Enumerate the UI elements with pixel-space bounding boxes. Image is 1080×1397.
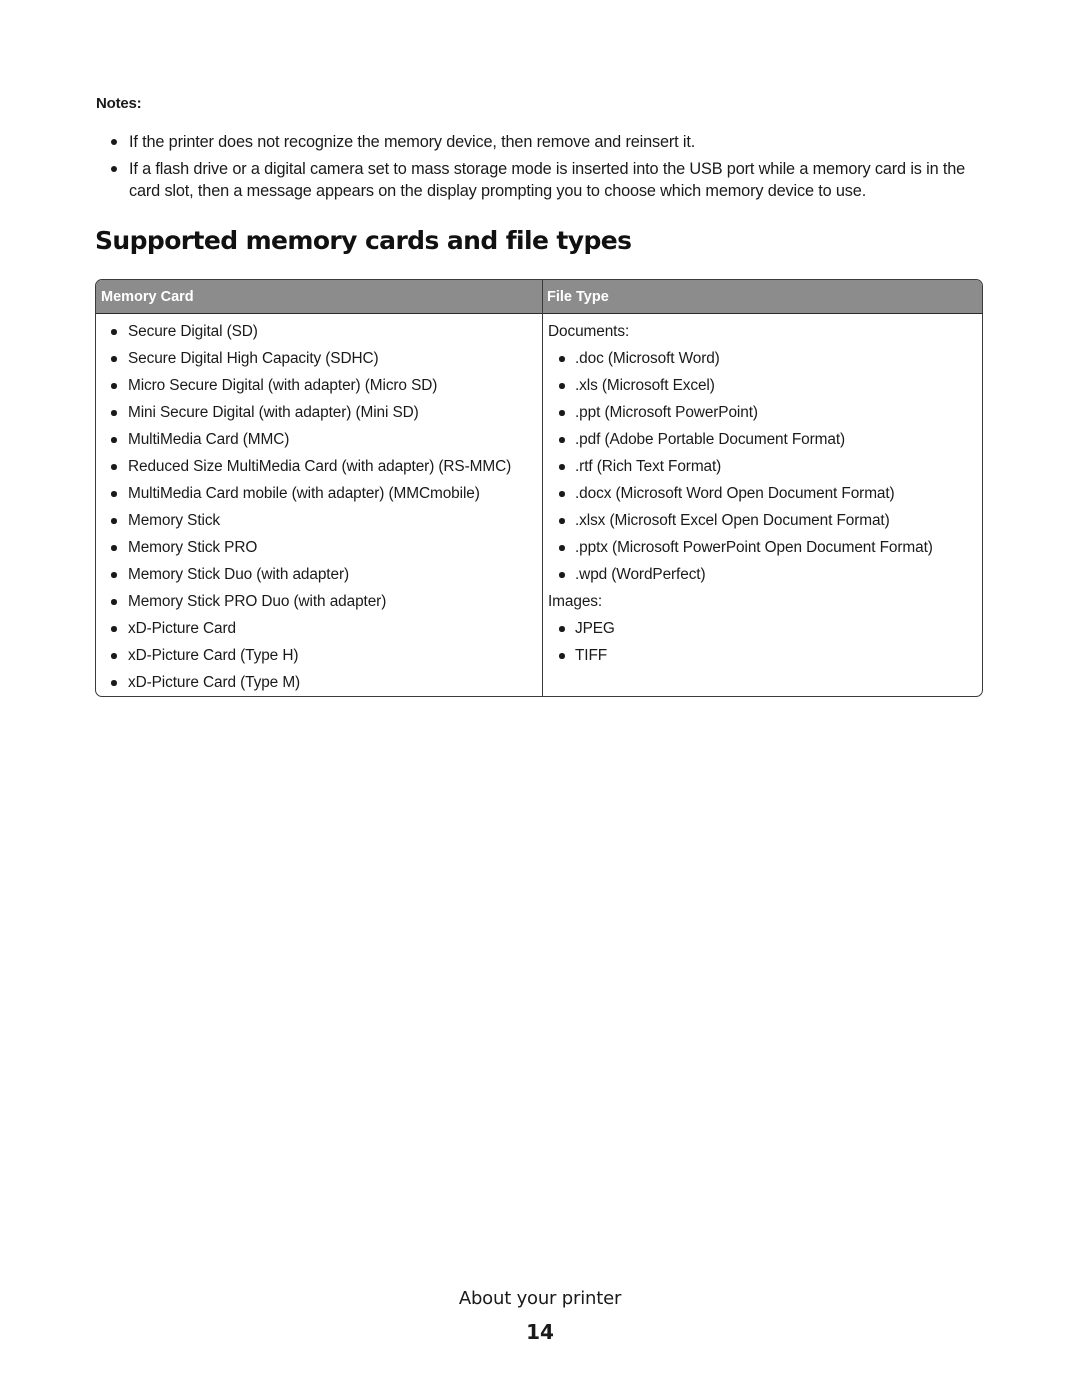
- file-type-list: Documents: .doc (Microsoft Word) .xls (Mic…: [546, 321, 933, 672]
- document-type-item: .xlsx (Microsoft Excel Open Document For…: [546, 510, 933, 537]
- bullet-icon: [111, 329, 117, 335]
- bullet-icon: [559, 626, 565, 632]
- memory-card-item-text: Secure Digital High Capacity (SDHC): [128, 350, 379, 367]
- memory-card-item: Memory Stick: [102, 510, 511, 537]
- bullet-icon: [111, 410, 117, 416]
- image-type-item-text: TIFF: [575, 647, 608, 664]
- bullet-icon: [111, 356, 117, 362]
- section-title: Supported memory cards and file types: [95, 226, 632, 255]
- document-type-item: .rtf (Rich Text Format): [546, 456, 933, 483]
- memory-card-item-text: Reduced Size MultiMedia Card (with adapt…: [128, 458, 512, 475]
- bullet-icon: [111, 518, 117, 524]
- document-type-item: .doc (Microsoft Word): [546, 348, 933, 375]
- memory-card-item-text: Memory Stick PRO: [128, 539, 258, 556]
- memory-card-item: Reduced Size MultiMedia Card (with adapt…: [102, 456, 511, 483]
- bullet-icon: [111, 383, 117, 389]
- bullet-icon: [559, 356, 565, 362]
- bullet-icon: [111, 139, 117, 145]
- memory-card-item-text: xD-Picture Card (Type H): [128, 647, 299, 664]
- note-text: If a flash drive or a digital camera set…: [129, 160, 966, 200]
- memory-card-item-text: Memory Stick: [128, 512, 221, 529]
- document-type-item-text: .wpd (WordPerfect): [575, 566, 706, 583]
- document-type-item-text: .ppt (Microsoft PowerPoint): [575, 404, 758, 421]
- note-item: If the printer does not recognize the me…: [108, 131, 998, 153]
- document-type-item: .docx (Microsoft Word Open Document Form…: [546, 483, 933, 510]
- bullet-icon: [111, 680, 117, 686]
- memory-card-item-text: Secure Digital (SD): [128, 323, 258, 340]
- document-type-item-text: .pdf (Adobe Portable Document Format): [575, 431, 846, 448]
- bullet-icon: [111, 599, 117, 605]
- memory-card-item: xD-Picture Card: [102, 618, 511, 645]
- bullet-icon: [559, 653, 565, 659]
- bullet-icon: [111, 626, 117, 632]
- memory-card-item: xD-Picture Card (Type M): [102, 672, 511, 696]
- document-type-item: .wpd (WordPerfect): [546, 564, 933, 591]
- bullet-icon: [111, 166, 117, 172]
- memory-card-item: Memory Stick PRO Duo (with adapter): [102, 591, 511, 618]
- bullet-icon: [111, 464, 117, 470]
- bullet-icon: [559, 464, 565, 470]
- bullet-icon: [559, 545, 565, 551]
- document-type-item: .pptx (Microsoft PowerPoint Open Documen…: [546, 537, 933, 564]
- bullet-icon: [559, 437, 565, 443]
- bullet-icon: [111, 437, 117, 443]
- memory-card-item-text: Memory Stick Duo (with adapter): [128, 566, 349, 583]
- column-divider: [542, 280, 543, 696]
- memory-card-item: Micro Secure Digital (with adapter) (Mic…: [102, 375, 511, 402]
- memory-card-item-text: MultiMedia Card (MMC): [128, 431, 290, 448]
- document-type-item-text: .pptx (Microsoft PowerPoint Open Documen…: [575, 539, 933, 556]
- note-item: If a flash drive or a digital camera set…: [108, 158, 998, 202]
- memory-card-item: Secure Digital High Capacity (SDHC): [102, 348, 511, 375]
- bullet-icon: [559, 518, 565, 524]
- supported-media-table: Memory Card File Type Secure Digital (SD…: [95, 279, 983, 697]
- memory-card-item-text: Micro Secure Digital (with adapter) (Mic…: [128, 377, 438, 394]
- bullet-icon: [111, 653, 117, 659]
- image-type-item: JPEG: [546, 618, 933, 645]
- memory-card-item-text: Memory Stick PRO Duo (with adapter): [128, 593, 387, 610]
- memory-card-item: Secure Digital (SD): [102, 321, 511, 348]
- memory-card-item: MultiMedia Card (MMC): [102, 429, 511, 456]
- memory-card-item-text: xD-Picture Card (Type M): [128, 674, 301, 691]
- bullet-icon: [111, 572, 117, 578]
- images-heading: Images:: [548, 593, 603, 610]
- header-file-type: File Type: [547, 289, 609, 305]
- page-number: 14: [526, 1320, 554, 1344]
- memory-card-item-text: Mini Secure Digital (with adapter) (Mini…: [128, 404, 419, 421]
- table-header: Memory Card File Type: [96, 280, 982, 314]
- bullet-icon: [111, 545, 117, 551]
- bullet-icon: [111, 491, 117, 497]
- memory-card-item: Memory Stick Duo (with adapter): [102, 564, 511, 591]
- memory-card-item: MultiMedia Card mobile (with adapter) (M…: [102, 483, 511, 510]
- memory-card-item-text: MultiMedia Card mobile (with adapter) (M…: [128, 485, 480, 502]
- document-type-item-text: .xlsx (Microsoft Excel Open Document For…: [575, 512, 890, 529]
- memory-card-item-text: xD-Picture Card: [128, 620, 236, 637]
- header-memory-card: Memory Card: [101, 289, 194, 305]
- memory-card-item: Memory Stick PRO: [102, 537, 511, 564]
- image-type-item-text: JPEG: [575, 620, 615, 637]
- memory-card-item: Mini Secure Digital (with adapter) (Mini…: [102, 402, 511, 429]
- bullet-icon: [559, 572, 565, 578]
- bullet-icon: [559, 410, 565, 416]
- footer-section-text: About your printer: [458, 1288, 622, 1309]
- memory-card-list: Secure Digital (SD) Secure Digital High C…: [102, 321, 511, 696]
- documents-heading: Documents:: [548, 323, 630, 340]
- image-type-item: TIFF: [546, 645, 933, 672]
- document-type-item-text: .doc (Microsoft Word): [575, 350, 720, 367]
- document-type-item-text: .xls (Microsoft Excel): [575, 377, 715, 394]
- footer-section-name: About your printer: [0, 1288, 1080, 1309]
- notes-label: Notes:: [96, 95, 142, 112]
- document-type-item: .ppt (Microsoft PowerPoint): [546, 402, 933, 429]
- document-type-item: .xls (Microsoft Excel): [546, 375, 933, 402]
- document-type-item: .pdf (Adobe Portable Document Format): [546, 429, 933, 456]
- bullet-icon: [559, 491, 565, 497]
- document-type-item-text: .docx (Microsoft Word Open Document Form…: [575, 485, 895, 502]
- memory-card-item: xD-Picture Card (Type H): [102, 645, 511, 672]
- notes-list: If the printer does not recognize the me…: [108, 131, 998, 207]
- document-type-item-text: .rtf (Rich Text Format): [575, 458, 722, 475]
- note-text: If the printer does not recognize the me…: [129, 133, 696, 151]
- bullet-icon: [559, 383, 565, 389]
